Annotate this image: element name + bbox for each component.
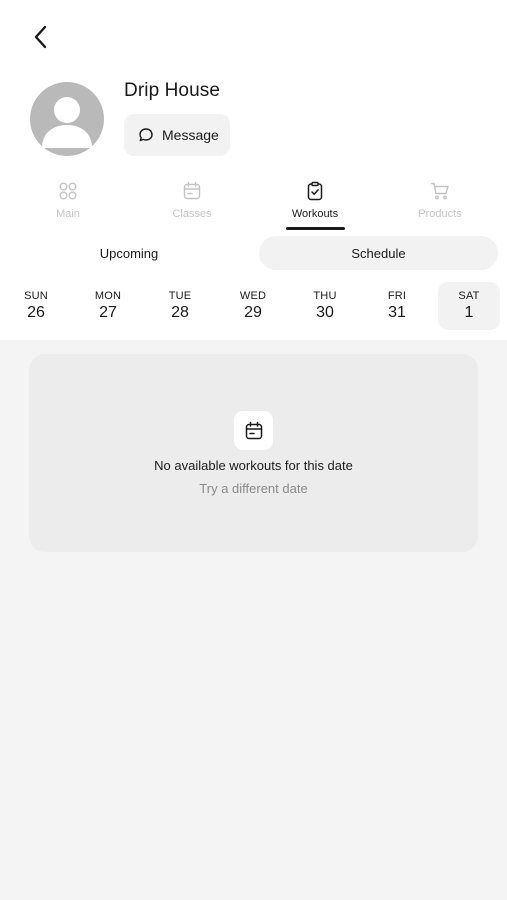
empty-state-icon-box: [234, 411, 273, 450]
day-tue[interactable]: TUE 28: [149, 282, 211, 330]
day-wed[interactable]: WED 29: [222, 282, 284, 330]
day-sat[interactable]: SAT 1: [438, 282, 500, 330]
day-mon[interactable]: MON 27: [77, 282, 139, 330]
back-button[interactable]: [26, 22, 56, 52]
day-name: WED: [239, 290, 267, 302]
chevron-left-icon: [34, 25, 47, 49]
tab-main[interactable]: Main: [18, 176, 118, 232]
tab-classes[interactable]: Classes: [142, 176, 242, 232]
clipboard-check-icon: [307, 181, 323, 201]
day-fri[interactable]: FRI 31: [366, 282, 428, 330]
tab-workouts[interactable]: Workouts: [265, 176, 365, 232]
day-date: 31: [388, 304, 406, 321]
profile-tabs: Main Classes Workouts Products: [0, 176, 507, 232]
user-placeholder-icon: [42, 97, 92, 148]
day-name: SAT: [458, 290, 480, 302]
chat-bubble-icon: [139, 128, 153, 142]
day-date: 27: [99, 304, 117, 321]
calendar-icon: [183, 181, 201, 200]
calendar-icon: [245, 421, 262, 439]
cart-icon: [430, 182, 449, 200]
active-tab-indicator: [286, 227, 345, 230]
day-name: SUN: [24, 290, 48, 302]
day-date: 29: [244, 304, 262, 321]
day-date: 1: [464, 304, 474, 321]
segment-upcoming[interactable]: Upcoming: [8, 236, 250, 270]
day-name: FRI: [387, 290, 407, 302]
profile-name: Drip House: [124, 80, 221, 101]
segment-upcoming-label: Upcoming: [99, 245, 159, 261]
view-segment-control: Upcoming Schedule: [0, 234, 507, 270]
empty-state-subtitle: Try a different date: [199, 481, 308, 496]
tab-products[interactable]: Products: [390, 176, 490, 232]
tab-classes-label: Classes: [172, 208, 212, 220]
day-date: 30: [316, 304, 334, 321]
grid-icon: [59, 182, 77, 200]
day-name: THU: [313, 290, 337, 302]
day-date: 28: [171, 304, 189, 321]
empty-state-title: No available workouts for this date: [154, 458, 353, 473]
segment-schedule[interactable]: Schedule: [259, 236, 498, 270]
day-date: 26: [27, 304, 45, 321]
day-name: MON: [94, 290, 122, 302]
tab-workouts-label: Workouts: [291, 208, 339, 220]
tab-products-label: Products: [418, 208, 462, 220]
empty-state-card: No available workouts for this date Try …: [29, 354, 478, 552]
tab-main-label: Main: [56, 208, 80, 220]
avatar: [30, 82, 104, 156]
segment-schedule-label: Schedule: [351, 245, 406, 261]
message-label: Message: [162, 127, 219, 143]
day-thu[interactable]: THU 30: [294, 282, 356, 330]
day-sun[interactable]: SUN 26: [5, 282, 67, 330]
day-picker: SUN 26 MON 27 TUE 28 WED 29 THU 30 FRI 3…: [0, 282, 507, 332]
day-name: TUE: [168, 290, 192, 302]
profile-header: Drip House Message Main Classes Workouts…: [0, 0, 507, 340]
message-button[interactable]: Message: [124, 114, 230, 156]
